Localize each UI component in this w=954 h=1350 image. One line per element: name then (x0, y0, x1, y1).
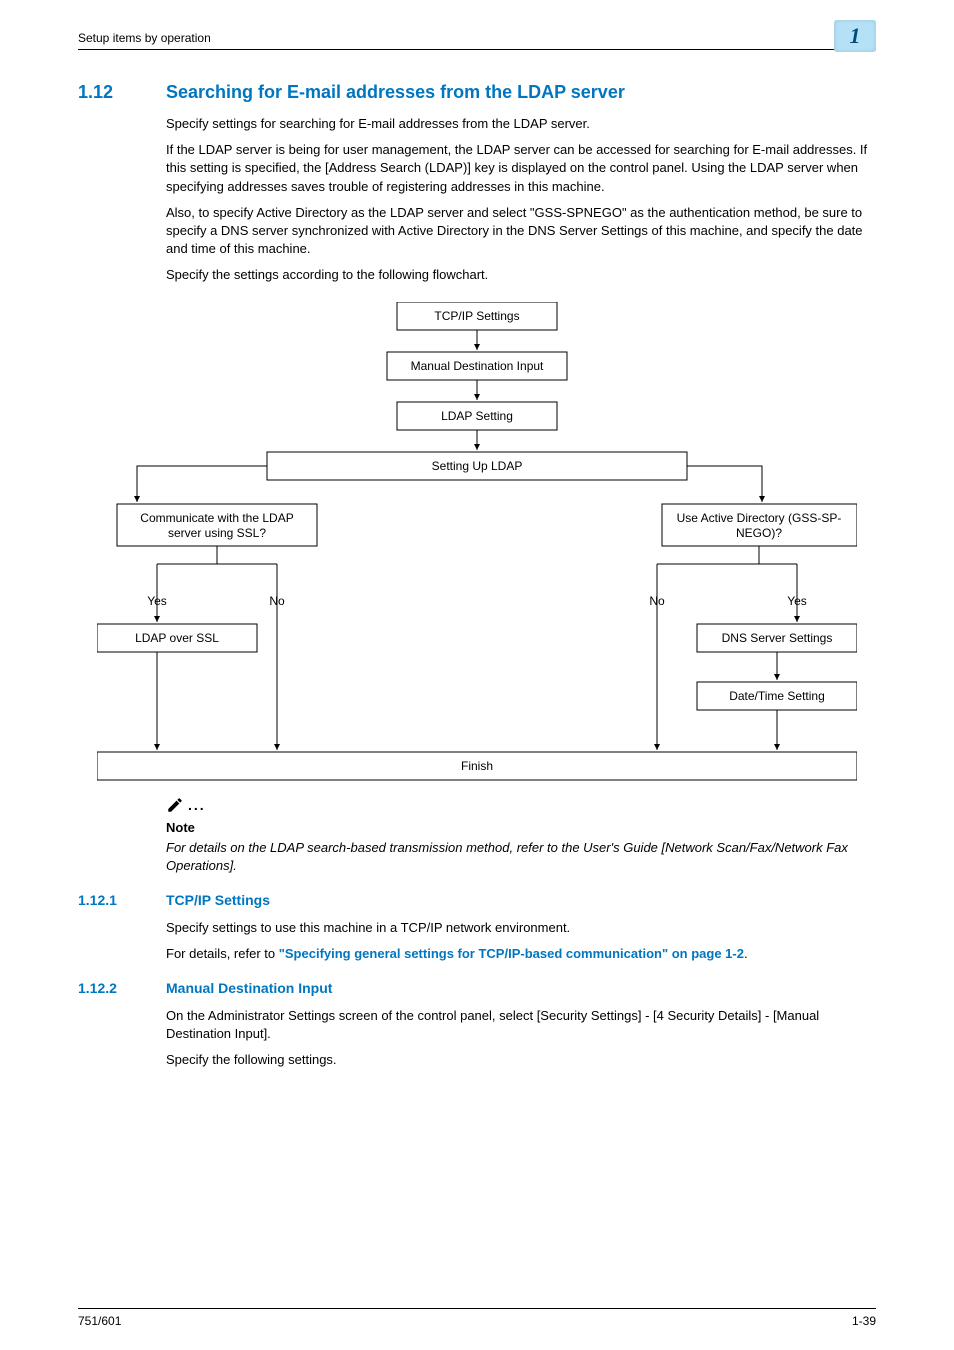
flow-node: Date/Time Setting (729, 690, 825, 704)
text: . (744, 946, 748, 961)
page-footer: 751/601 1-39 (78, 1308, 876, 1330)
paragraph: Also, to specify Active Directory as the… (166, 204, 876, 259)
flow-node: DNS Server Settings (722, 632, 833, 646)
subsection-heading: 1.12.2 Manual Destination Input (78, 979, 876, 999)
flow-label-no: No (269, 595, 285, 609)
subsection-number: 1.12.2 (78, 979, 166, 999)
flow-decision: Use Active Directory (GSS-SP- (677, 512, 842, 526)
section-title: Searching for E-mail addresses from the … (166, 80, 625, 105)
note-text: For details on the LDAP search-based tra… (166, 839, 876, 875)
subsection-number: 1.12.1 (78, 891, 166, 911)
flow-label-no: No (649, 595, 665, 609)
flowchart: TCP/IP Settings Manual Destination Input… (78, 302, 876, 782)
subsection-title: Manual Destination Input (166, 979, 332, 999)
flow-node: TCP/IP Settings (434, 310, 519, 324)
flow-label-yes: Yes (147, 595, 167, 609)
flow-decision: server using SSL? (168, 527, 266, 541)
flow-label-yes: Yes (787, 595, 807, 609)
note-icon (166, 794, 184, 816)
subsection-title: TCP/IP Settings (166, 891, 270, 911)
subsection-heading: 1.12.1 TCP/IP Settings (78, 891, 876, 911)
footer-model: 751/601 (78, 1313, 121, 1330)
flow-node: Setting Up LDAP (432, 460, 523, 474)
flow-node: LDAP over SSL (135, 632, 219, 646)
note-block: ... Note For details on the LDAP search-… (166, 794, 876, 875)
flow-node: Finish (461, 760, 493, 774)
cross-reference-link[interactable]: "Specifying general settings for TCP/IP-… (279, 946, 744, 961)
note-dots: ... (188, 796, 206, 816)
flow-node: Manual Destination Input (411, 360, 544, 374)
section-heading: 1.12 Searching for E-mail addresses from… (78, 80, 876, 105)
paragraph: Specify the settings according to the fo… (166, 266, 876, 284)
footer-page-number: 1-39 (852, 1313, 876, 1330)
flow-node: LDAP Setting (441, 410, 513, 424)
flow-decision: Communicate with the LDAP (140, 512, 293, 526)
chapter-tab: 1 (834, 20, 876, 52)
paragraph: Specify the following settings. (166, 1051, 876, 1069)
paragraph: If the LDAP server is being for user man… (166, 141, 876, 196)
header-breadcrumb: Setup items by operation (78, 30, 211, 47)
section-number: 1.12 (78, 80, 166, 105)
paragraph: For details, refer to "Specifying genera… (166, 945, 876, 963)
paragraph: On the Administrator Settings screen of … (166, 1007, 876, 1043)
paragraph: Specify settings to use this machine in … (166, 919, 876, 937)
flow-decision: NEGO)? (736, 527, 782, 541)
page-header: Setup items by operation (78, 30, 876, 50)
text: For details, refer to (166, 946, 279, 961)
note-label: Note (166, 819, 876, 837)
paragraph: Specify settings for searching for E-mai… (166, 115, 876, 133)
